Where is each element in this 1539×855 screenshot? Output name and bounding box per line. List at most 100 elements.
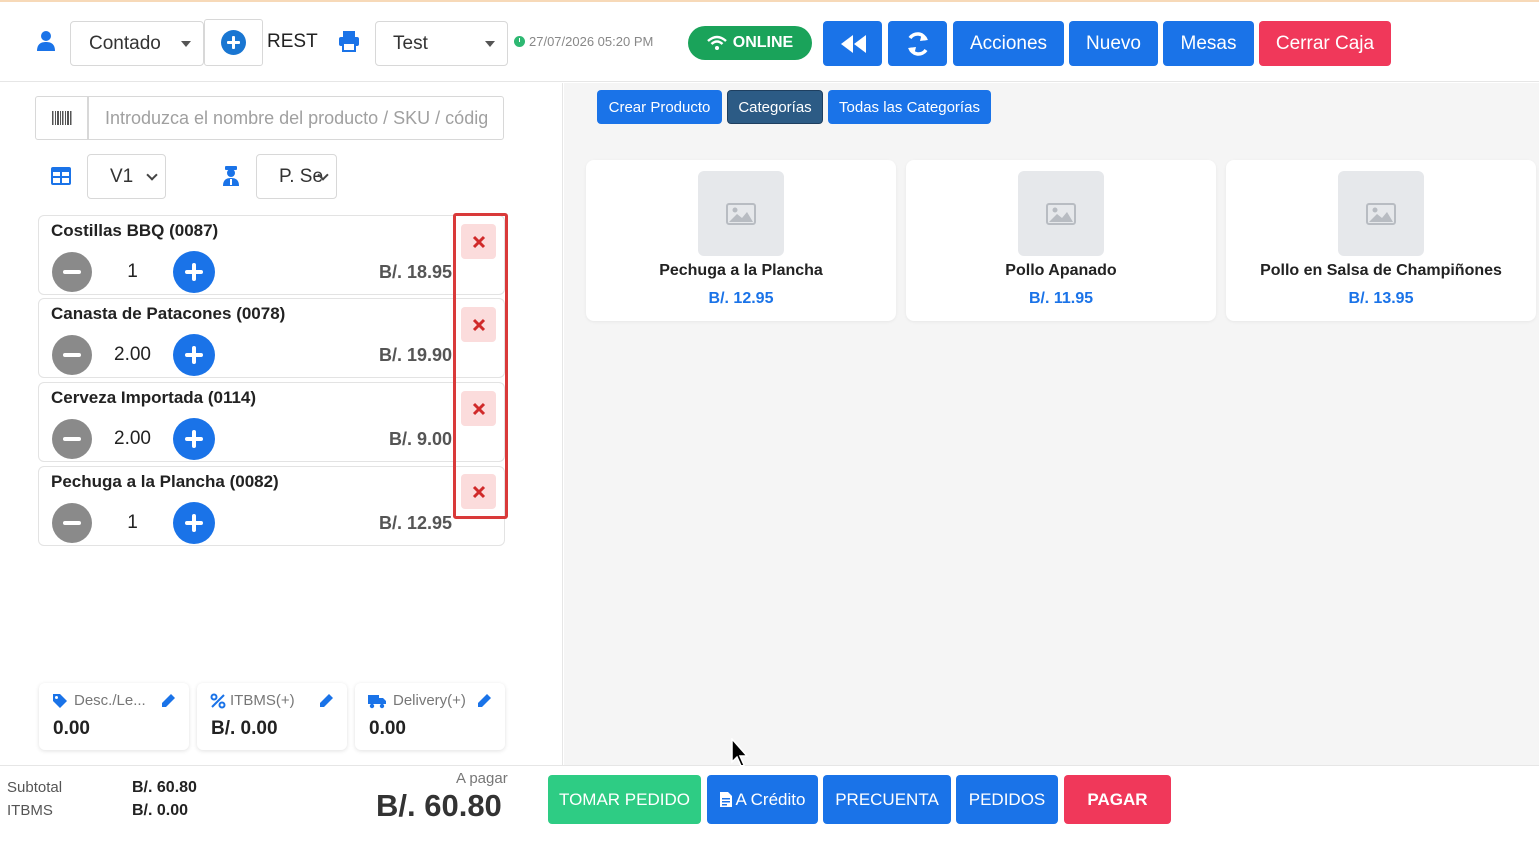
online-label: ONLINE [732, 34, 794, 51]
cerrar-caja-button[interactable]: Cerrar Caja [1259, 21, 1391, 66]
decrease-quantity-button[interactable] [52, 252, 92, 292]
pencil-icon[interactable] [477, 693, 492, 708]
discount-card: Desc./Le... 0.00 [39, 683, 189, 750]
increase-quantity-button[interactable] [173, 334, 215, 376]
order-item-name: Canasta de Patacones (0078) [51, 304, 286, 323]
mesas-button[interactable]: Mesas [1163, 21, 1254, 66]
printer-icon[interactable] [338, 30, 360, 52]
itbms-label: ITBMS(+) [230, 692, 295, 709]
terminal-select-value: Test [393, 32, 428, 54]
caret-down-icon [181, 41, 191, 47]
client-select[interactable]: Contado [70, 21, 204, 66]
tab-todas-categorias[interactable]: Todas las Categorías [828, 90, 991, 124]
table-grid-icon [51, 167, 71, 185]
table-select[interactable]: V1 [87, 154, 166, 199]
order-item-price: B/. 19.90 [378, 345, 452, 365]
nuevo-button[interactable]: Nuevo [1069, 21, 1158, 66]
footer-bar: Subtotal B/. 60.80 ITBMS B/. 0.00 A paga… [0, 765, 1539, 855]
product-name: Pollo en Salsa de Champiñones [1260, 262, 1502, 279]
waiter-select-value: P. Se [279, 165, 324, 187]
delivery-value: 0.00 [369, 718, 406, 739]
a-credito-button[interactable]: A Crédito [707, 775, 818, 824]
top-toolbar: Contado REST Test 27/07/2026 05:20 PM ON… [0, 2, 1539, 82]
order-item-price: B/. 12.95 [378, 513, 452, 533]
remove-item-button[interactable] [461, 224, 496, 259]
user-icon[interactable] [36, 30, 56, 52]
order-item-name: Costillas BBQ (0087) [51, 221, 219, 240]
mode-label: REST [267, 31, 318, 52]
itbms-card: ITBMS(+) B/. 0.00 [197, 683, 347, 750]
datetime-text: 27/07/2026 05:20 PM [529, 34, 654, 49]
order-item-quantity: 2.00 [114, 428, 151, 449]
pagar-button[interactable]: PAGAR [1064, 775, 1171, 824]
waiter-icon [223, 166, 239, 186]
pencil-icon[interactable] [161, 693, 176, 708]
image-placeholder [698, 171, 784, 256]
precuenta-button[interactable]: PRECUENTA [823, 775, 951, 824]
product-card[interactable]: Pollo en Salsa de Champiñones B/. 13.95 [1226, 160, 1536, 321]
refresh-button[interactable] [888, 21, 947, 66]
file-invoice-icon [719, 792, 732, 807]
percent-icon [210, 693, 226, 709]
terminal-select[interactable]: Test [375, 21, 508, 66]
plus-circle-icon [221, 30, 246, 55]
increase-quantity-button[interactable] [173, 251, 215, 293]
subtotal-label: Subtotal [7, 779, 63, 796]
amount-due-label: A pagar [456, 770, 508, 787]
product-search-input[interactable] [88, 96, 504, 140]
product-name: Pollo Apanado [1005, 262, 1117, 279]
remove-item-button[interactable] [461, 474, 496, 509]
decrease-quantity-button[interactable] [52, 419, 92, 459]
image-placeholder [1018, 171, 1104, 256]
decrease-quantity-button[interactable] [52, 335, 92, 375]
pencil-icon[interactable] [319, 693, 334, 708]
pedidos-button[interactable]: PEDIDOS [956, 775, 1058, 824]
product-card[interactable]: Pollo Apanado B/. 11.95 [906, 160, 1216, 321]
product-price: B/. 12.95 [708, 290, 774, 307]
order-item-price: B/. 18.95 [378, 262, 452, 282]
image-icon [726, 202, 756, 225]
close-icon [472, 318, 485, 331]
image-icon [1366, 202, 1396, 225]
decrease-quantity-button[interactable] [52, 503, 92, 543]
order-item-name: Cerveza Importada (0114) [51, 388, 257, 407]
order-item: Canasta de Patacones (0078) 2.00 B/. 19.… [38, 298, 505, 378]
itbms-footer-value: B/. 0.00 [132, 802, 189, 819]
delivery-card: Delivery(+) 0.00 [355, 683, 505, 750]
increase-quantity-button[interactable] [173, 418, 215, 460]
crear-producto-button[interactable]: Crear Producto [597, 90, 722, 124]
mouse-cursor-icon [731, 738, 749, 767]
back-button[interactable] [823, 21, 882, 66]
remove-item-button[interactable] [461, 307, 496, 342]
itbms-footer-label: ITBMS [7, 802, 53, 819]
add-client-button[interactable] [204, 19, 263, 66]
tomar-pedido-button[interactable]: TOMAR PEDIDO [548, 775, 701, 824]
increase-quantity-button[interactable] [173, 502, 215, 544]
order-item-price: B/. 9.00 [388, 429, 452, 449]
chevron-down-icon [146, 169, 158, 181]
client-select-value: Contado [89, 32, 161, 54]
order-item-name: Pechuga a la Plancha (0082) [51, 472, 279, 491]
amount-due-value: B/. 60.80 [376, 788, 502, 823]
barcode-button[interactable] [35, 96, 88, 140]
barcode-icon [51, 111, 71, 125]
discount-label: Desc./Le... [74, 692, 146, 709]
product-card[interactable]: Pechuga a la Plancha B/. 12.95 [586, 160, 896, 321]
subtotal-value: B/. 60.80 [132, 779, 197, 796]
acciones-button[interactable]: Acciones [953, 21, 1064, 66]
itbms-value: B/. 0.00 [211, 718, 278, 739]
clock-icon [514, 36, 525, 47]
fast-backward-icon [840, 34, 866, 53]
wifi-icon [706, 35, 727, 50]
close-icon [472, 402, 485, 415]
online-status-badge: ONLINE [688, 26, 812, 60]
remove-item-button[interactable] [461, 391, 496, 426]
truck-icon [368, 695, 386, 709]
close-icon [472, 235, 485, 248]
tab-categorias[interactable]: Categorías [727, 90, 823, 124]
delivery-label: Delivery(+) [393, 692, 466, 709]
product-price: B/. 11.95 [1028, 290, 1094, 307]
refresh-icon [907, 31, 928, 56]
table-select-value: V1 [110, 165, 134, 187]
waiter-select[interactable]: P. Se [256, 154, 337, 199]
